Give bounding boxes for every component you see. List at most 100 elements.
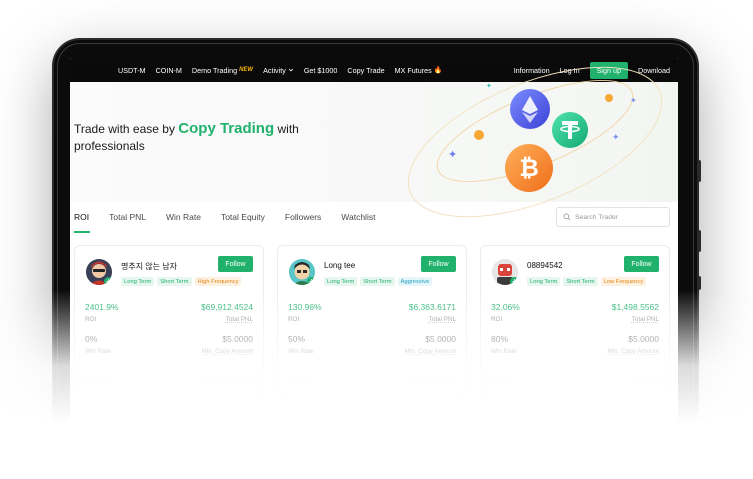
svg-text:₿: ₿ [519,154,539,182]
orbit-dot [605,94,613,102]
nav-demo-trading[interactable]: Demo Trading NEW [192,66,253,75]
win-rate-label: Win Rate [85,348,111,355]
sparkle-icon: ✦ [448,149,458,161]
trader-name[interactable]: Long tee [324,261,355,270]
equity-value: 8,230.4477 USDT [407,379,456,385]
tab-win-rate[interactable]: Win Rate [166,212,201,224]
fire-icon: 🔥 [433,67,443,74]
roi-value: 2401.9% [85,302,119,312]
stat-row-labels: Win Rate Min. Copy Amount [491,348,659,355]
trader-name[interactable]: 08894542 [527,261,563,270]
nav-usdt-m[interactable]: USDT-M [118,66,146,75]
plus-badge-icon: + [307,277,315,285]
tab-total-equity[interactable]: Total Equity [221,212,265,224]
win-rate-value: 50% [288,334,306,344]
tag-short-term: Short Term [157,277,192,286]
hero-title-suffix: with [277,122,299,136]
avatar[interactable]: + [289,259,315,285]
hero-title: Trade with ease by Copy Trading with pro… [74,120,334,155]
new-badge: NEW [239,67,254,73]
search-icon [563,213,571,221]
stat-row-labels: ROI Total PNL [491,316,659,323]
min-copy-value: $5.0000 [628,334,659,344]
nav-activity-label: Activity [263,65,286,75]
win-rate-label: Win Rate [288,348,314,355]
hero-title-line2: professionals [74,139,145,153]
nav-mx-futures-label: MX Futures [394,65,432,75]
ethereum-coin-icon [510,89,550,129]
win-rate-label: Win Rate [491,348,517,355]
side-button [697,276,701,290]
equity-value: 21,309.7253 USDT [201,379,253,385]
roi-value: 130.96% [288,302,322,312]
tag-long-term: Long Term [121,277,155,286]
trader-card[interactable]: + 08894542 Follow Long Term Short Term L… [480,245,670,395]
card-footer: 9/300 *****USDT [491,379,659,385]
total-pnl-value: $1,498.5562 [611,302,659,312]
tag-frequency: Low Frequency [600,277,647,286]
min-copy-label: Min. Copy Amount [201,348,253,355]
follow-button[interactable]: Follow [421,256,456,272]
tag-long-term: Long Term [527,277,561,286]
tag-aggressive: Aggressive [397,277,433,286]
stat-row-values: 50% $5.0000 [288,334,456,344]
trader-card[interactable]: + 명추지 않는 남자 Follow Long Term Short Term … [74,245,264,395]
followers-count: 231/300 [85,379,107,385]
stat-row-labels: ROI Total PNL [85,316,253,323]
roi-label: ROI [85,316,97,323]
min-copy-value: $5.0000 [222,334,253,344]
roi-label: ROI [491,316,503,323]
nav-activity[interactable]: Activity [263,66,294,75]
follow-button[interactable]: Follow [218,256,253,272]
tab-followers[interactable]: Followers [285,212,321,224]
bitcoin-coin-icon: ₿ [505,144,553,192]
tab-watchlist[interactable]: Watchlist [341,212,375,224]
screen: USDT-M COIN-M Demo Trading NEW Activity … [70,58,678,440]
stat-row-values: 32.06% $1,498.5562 [491,302,659,312]
tab-roi[interactable]: ROI [74,212,91,233]
followers-count: 38/300 [288,379,307,385]
plus-badge-icon: + [104,277,112,285]
tag-long-term: Long Term [324,277,358,286]
trader-tags: Long Term Short Term High Frequency [121,277,242,286]
hero-banner: Trade with ease by Copy Trading with pro… [70,58,678,249]
avatar[interactable]: + [492,259,518,285]
nav-copy-trade[interactable]: Copy Trade [347,66,384,75]
trader-tags: Long Term Short Term Low Frequency [527,277,647,286]
trader-name[interactable]: 명추지 않는 남자 [121,261,177,272]
chevron-down-icon [288,68,293,72]
nav-demo-trading-label: Demo Trading [191,65,238,75]
min-copy-label: Min. Copy Amount [404,348,456,355]
win-rate-value: 80% [491,334,509,344]
follow-button[interactable]: Follow [624,256,659,272]
plus-badge-icon: + [510,277,518,285]
stat-row-labels: Win Rate Min. Copy Amount [288,348,456,355]
avatar[interactable]: + [86,259,112,285]
nav-get-1000[interactable]: Get $1000 [304,66,338,75]
sparkle-icon: ✦ [486,83,492,90]
search-placeholder: Search Trader [575,213,619,221]
tab-total-pnl[interactable]: Total PNL [109,212,146,224]
min-copy-label: Min. Copy Amount [607,348,659,355]
stat-row-labels: ROI Total PNL [288,316,456,323]
stat-row-values: 80% $5.0000 [491,334,659,344]
nav-coin-m[interactable]: COIN-M [156,66,182,75]
nav-mx-futures[interactable]: MX Futures 🔥 [395,66,443,75]
stat-row-labels: Win Rate Min. Copy Amount [85,348,253,355]
nav-information[interactable]: Information [514,66,550,75]
tag-frequency: High Frequency [194,277,242,286]
nav-left: USDT-M COIN-M Demo Trading NEW Activity … [118,66,442,75]
sparkle-icon: ✦ [630,96,637,105]
total-pnl-value: $69,912.4524 [201,302,253,312]
hero-title-prefix: Trade with ease by [74,122,175,136]
equity-value: *****USDT [630,379,659,385]
card-footer: 231/300 21,309.7253 USDT [85,379,253,385]
card-footer: 38/300 8,230.4477 USDT [288,379,456,385]
sparkle-icon: ✦ [612,132,620,142]
ranking-tabs: ROI Total PNL Win Rate Total Equity Foll… [74,202,375,234]
trader-tags: Long Term Short Term Aggressive [324,277,433,286]
search-trader-input[interactable]: Search Trader [556,207,670,227]
stat-row-values: 2401.9% $69,912.4524 [85,302,253,312]
trader-card[interactable]: + Long tee Follow Long Term Short Term A… [277,245,467,395]
roi-label: ROI [288,316,300,323]
